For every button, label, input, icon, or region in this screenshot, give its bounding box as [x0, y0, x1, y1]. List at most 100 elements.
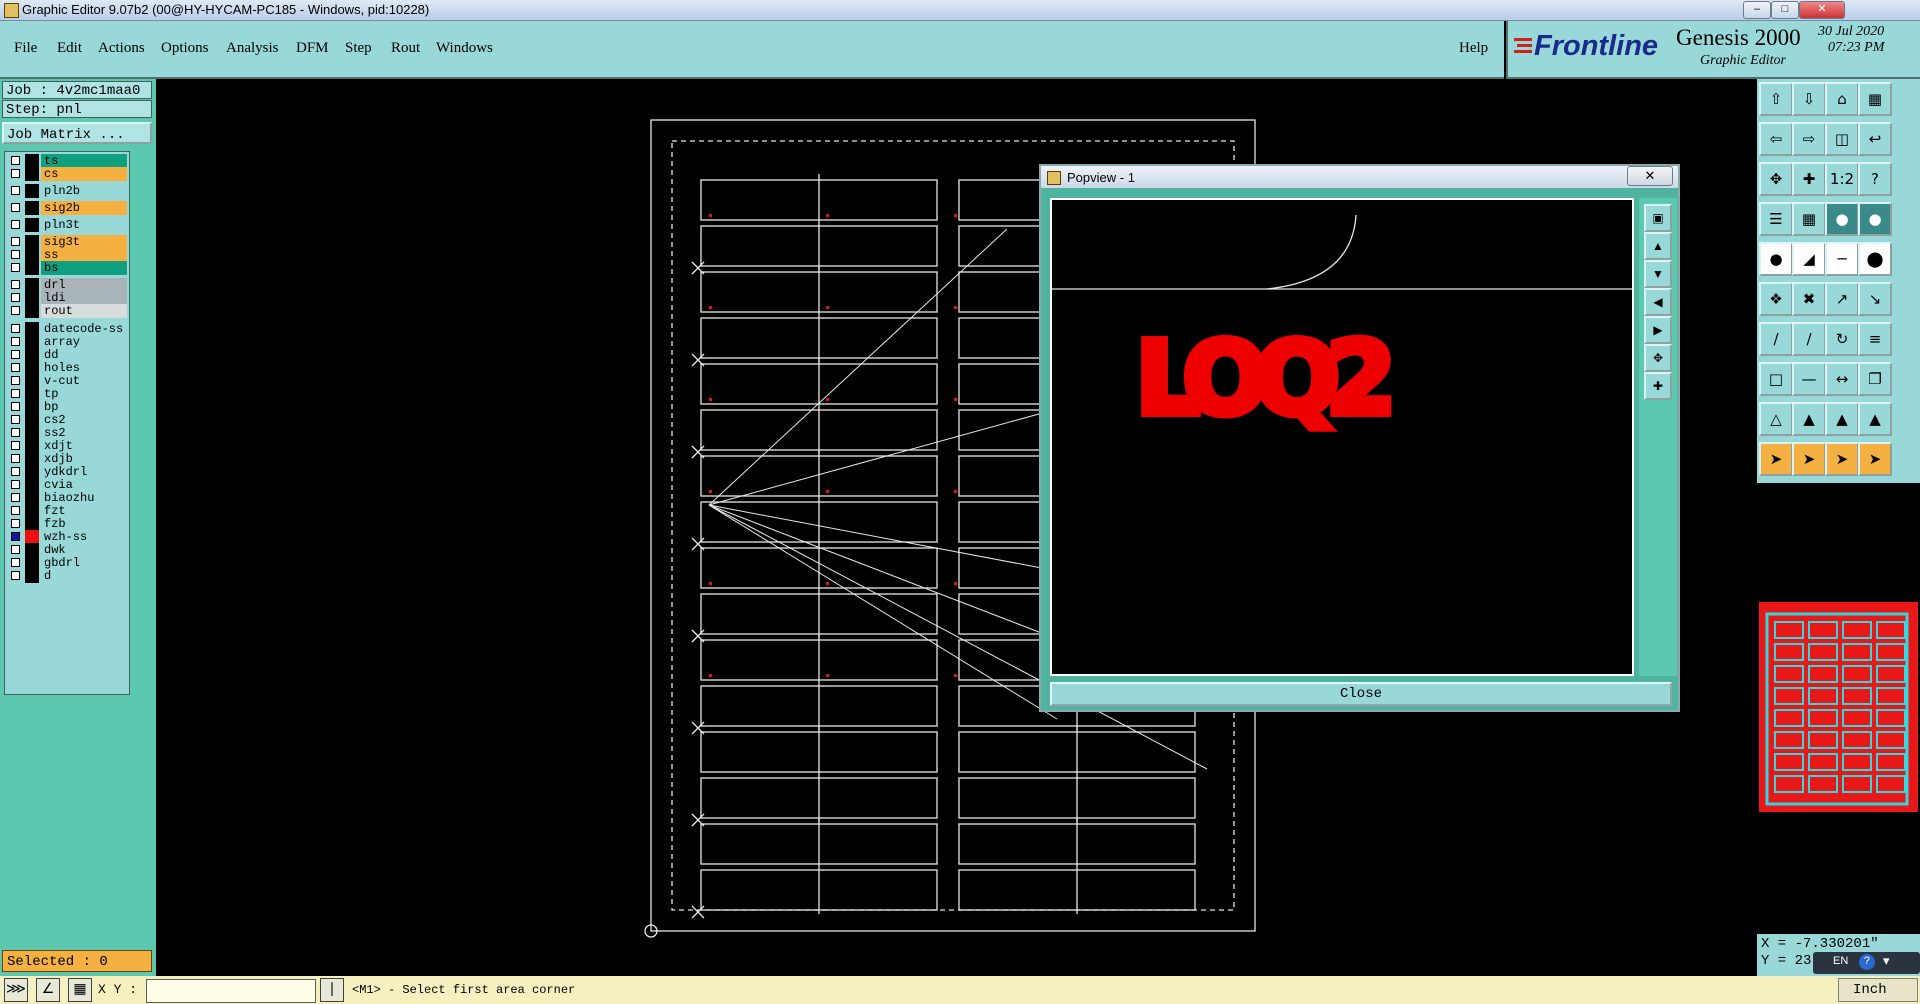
xy-input[interactable]	[146, 979, 316, 1003]
language-indicator[interactable]: EN	[1833, 955, 1848, 967]
align-icon[interactable]: ≡	[1858, 322, 1892, 356]
layer-checkbox[interactable]	[11, 493, 20, 502]
menu-analysis[interactable]: Analysis	[226, 40, 279, 57]
popview-close-x[interactable]: ✕	[1627, 166, 1673, 186]
layer-checkbox[interactable]	[11, 263, 20, 272]
cursor-mode-icon[interactable]: ∣	[320, 978, 344, 1002]
layer-color-swatch[interactable]	[25, 452, 39, 466]
layer-checkbox[interactable]	[11, 532, 20, 541]
layer-row-cs[interactable]: cs	[7, 167, 127, 181]
layer-row-rout[interactable]: rout	[7, 304, 127, 318]
select2-icon[interactable]: ➤	[1792, 442, 1826, 476]
pad-icon[interactable]: ●	[1759, 242, 1793, 276]
tri4-icon[interactable]: ▲	[1858, 402, 1892, 436]
layer-row-biaozhu[interactable]: biaozhu	[7, 491, 127, 505]
menu-rout[interactable]: Rout	[391, 40, 420, 57]
window-icon[interactable]: ▦	[1858, 82, 1892, 116]
menu-actions[interactable]: Actions	[98, 40, 145, 57]
popview-zoom-fit-icon[interactable]: ▣	[1644, 204, 1672, 232]
layer-row-wzh-ss[interactable]: wzh-ss	[7, 530, 127, 544]
layer-checkbox[interactable]	[11, 337, 20, 346]
layer-row-sig2b[interactable]: sig2b	[7, 201, 127, 215]
layer-checkbox[interactable]	[11, 519, 20, 528]
layer-color-swatch[interactable]	[25, 218, 39, 232]
snap-icon[interactable]: ●	[1825, 202, 1859, 236]
arrow2-icon[interactable]: ↘	[1858, 282, 1892, 316]
popview-canvas[interactable]: LOQ2	[1050, 198, 1634, 676]
dot-icon[interactable]: ⬤	[1858, 242, 1892, 276]
connect-icon[interactable]: ❖	[1759, 282, 1793, 316]
layer-row-cvia[interactable]: cvia	[7, 478, 127, 492]
scale-icon[interactable]: 1:2	[1825, 162, 1859, 196]
layer-checkbox[interactable]	[11, 402, 20, 411]
layer-color-swatch[interactable]	[25, 184, 39, 198]
select-icon[interactable]: ➤	[1759, 442, 1793, 476]
popview-center-icon[interactable]: ✚	[1644, 372, 1672, 400]
layer-color-swatch[interactable]	[25, 304, 39, 318]
layer-color-swatch[interactable]	[25, 291, 39, 305]
layer-row-fzb[interactable]: fzb	[7, 517, 127, 531]
layer-checkbox[interactable]	[11, 280, 20, 289]
menu-windows[interactable]: Windows	[436, 40, 493, 57]
layer-checkbox[interactable]	[11, 467, 20, 476]
pan-icon[interactable]: ✚	[1792, 162, 1826, 196]
layer-checkbox[interactable]	[11, 220, 20, 229]
tray-arrow-icon[interactable]: ▾	[1883, 954, 1890, 969]
minimize-button[interactable]: –	[1743, 1, 1771, 19]
layer-row-d[interactable]: d	[7, 569, 127, 583]
layer-color-swatch[interactable]	[25, 439, 39, 453]
popview-zoom-out-icon[interactable]: ▼	[1644, 260, 1672, 288]
popview-expand-icon[interactable]: ✥	[1644, 344, 1672, 372]
layer-row-dd[interactable]: dd	[7, 348, 127, 362]
line-icon[interactable]: ◢	[1792, 242, 1826, 276]
layer-color-swatch[interactable]	[25, 387, 39, 401]
layer-color-swatch[interactable]	[25, 569, 39, 583]
layer-color-swatch[interactable]	[25, 278, 39, 292]
layer-checkbox[interactable]	[11, 156, 20, 165]
layer-row-gbdrl[interactable]: gbdrl	[7, 556, 127, 570]
select3-icon[interactable]: ➤	[1825, 442, 1859, 476]
layer-row-ts[interactable]: ts	[7, 154, 127, 168]
popview-pan-right-icon[interactable]: ▶	[1644, 316, 1672, 344]
layer-checkbox[interactable]	[11, 324, 20, 333]
down-icon[interactable]: ⇩	[1792, 82, 1826, 116]
layer-row-holes[interactable]: holes	[7, 361, 127, 375]
layer-checkbox[interactable]	[11, 571, 20, 580]
cross-icon[interactable]: ✖	[1792, 282, 1826, 316]
overview-map[interactable]	[1759, 602, 1918, 812]
layer-color-swatch[interactable]	[25, 400, 39, 414]
layer-row-tp[interactable]: tp	[7, 387, 127, 401]
ruler-icon[interactable]: ─	[1825, 242, 1859, 276]
popview-pan-left-icon[interactable]: ◀	[1644, 288, 1672, 316]
layer-checkbox[interactable]	[11, 186, 20, 195]
layer-checkbox[interactable]	[11, 237, 20, 246]
layer-row-ldi[interactable]: ldi	[7, 291, 127, 305]
layer-color-swatch[interactable]	[25, 248, 39, 262]
menu-file[interactable]: File	[14, 40, 37, 57]
menu-help[interactable]: Help	[1459, 40, 1488, 57]
fit-icon[interactable]: ◫	[1825, 122, 1859, 156]
units-selector[interactable]: Inch	[1838, 978, 1918, 1002]
menu-options[interactable]: Options	[161, 40, 209, 57]
layer-checkbox[interactable]	[11, 428, 20, 437]
layer-color-swatch[interactable]	[25, 335, 39, 349]
maximize-button[interactable]: □	[1771, 1, 1799, 19]
layer-color-swatch[interactable]	[25, 478, 39, 492]
layer-color-swatch[interactable]	[25, 167, 39, 181]
layer-checkbox[interactable]	[11, 454, 20, 463]
layer-row-xdjb[interactable]: xdjb	[7, 452, 127, 466]
job-matrix-button[interactable]: Job Matrix ...	[2, 122, 152, 144]
popview-titlebar[interactable]: Popview - 1 ✕	[1041, 166, 1678, 188]
layer-row-xdjt[interactable]: xdjt	[7, 439, 127, 453]
stretch-icon[interactable]: ↔	[1825, 362, 1859, 396]
layer-checkbox[interactable]	[11, 293, 20, 302]
layer-color-swatch[interactable]	[25, 201, 39, 215]
layer-color-swatch[interactable]	[25, 504, 39, 518]
layer-checkbox[interactable]	[11, 306, 20, 315]
query-icon[interactable]: ?	[1858, 162, 1892, 196]
layer-row-dwk[interactable]: dwk	[7, 543, 127, 557]
layer-color-swatch[interactable]	[25, 517, 39, 531]
layer-color-swatch[interactable]	[25, 348, 39, 362]
help-icon[interactable]: ?	[1859, 954, 1875, 970]
layer-checkbox[interactable]	[11, 169, 20, 178]
